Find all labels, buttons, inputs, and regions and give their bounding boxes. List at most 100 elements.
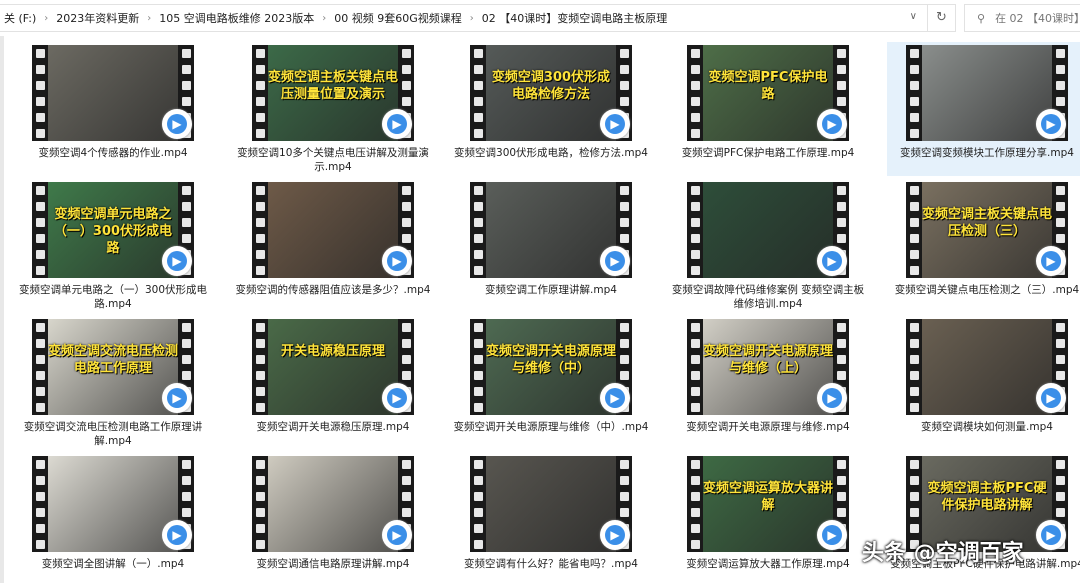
video-player-icon: ▶: [817, 246, 847, 276]
file-item[interactable]: ▶ 变频空调工作原理讲解.mp4: [451, 179, 651, 313]
video-thumbnail: 开关电源稳压原理 ▶: [252, 319, 414, 415]
file-name: 变频空调开关电源原理与维修.mp4: [668, 420, 868, 434]
video-player-icon: ▶: [1036, 246, 1066, 276]
video-player-icon: ▶: [382, 246, 412, 276]
file-item[interactable]: ▶ 变频空调故障代码维修案例 变频空调主板维修培训.mp4: [668, 179, 868, 313]
file-item[interactable]: 变频空调单元电路之（一）300伏形成电路 ▶ 变频空调单元电路之（一）300伏形…: [13, 179, 213, 313]
thumbnail-image: [486, 182, 616, 278]
film-strip: [906, 319, 922, 415]
film-strip: [687, 319, 703, 415]
breadcrumb-105[interactable]: 105 空调电路板维修 2023版本: [155, 10, 318, 26]
video-thumbnail: 变频空调PFC保护电路 ▶: [687, 45, 849, 141]
breadcrumb-02[interactable]: 02 【40课时】变频空调电路主板原理: [478, 10, 672, 26]
file-name: 变频空调工作原理讲解.mp4: [451, 283, 651, 297]
file-item[interactable]: ▶ 变频空调通信电路原理讲解.mp4: [233, 453, 433, 587]
video-player-icon: ▶: [600, 520, 630, 550]
file-name: 变频空调的传感器阻值应该是多少？.mp4: [233, 283, 433, 297]
chevron-right-icon: ›: [318, 13, 330, 24]
video-thumbnail: ▶: [906, 319, 1068, 415]
file-item[interactable]: ▶ 变频空调的传感器阻值应该是多少？.mp4: [233, 179, 433, 313]
video-player-icon: ▶: [162, 383, 192, 413]
thumbnail-caption: 变频空调运算放大器讲解: [703, 480, 833, 514]
thumbnail-caption: 变频空调PFC保护电路: [703, 69, 833, 103]
file-name: 变频空调全图讲解（一）.mp4: [13, 557, 213, 571]
video-player-icon: ▶: [817, 520, 847, 550]
file-item[interactable]: 变频空调300伏形成电路检修方法 ▶ 变频空调300伏形成电路，检修方法.mp4: [451, 42, 651, 176]
film-strip: [252, 45, 268, 141]
chevron-right-icon: ›: [40, 13, 52, 24]
file-item[interactable]: 变频空调开关电源原理与维修（中） ▶ 变频空调开关电源原理与维修（中）.mp4: [451, 316, 651, 450]
file-item[interactable]: 变频空调运算放大器讲解 ▶ 变频空调运算放大器工作原理.mp4: [668, 453, 868, 587]
file-item[interactable]: ▶ 变频空调4个传感器的作业.mp4: [13, 42, 213, 176]
file-name: 变频空调故障代码维修案例 变频空调主板维修培训.mp4: [668, 283, 868, 311]
file-item[interactable]: 变频空调开关电源原理与维修（上） ▶ 变频空调开关电源原理与维修.mp4: [668, 316, 868, 450]
film-strip: [32, 319, 48, 415]
file-item[interactable]: 变频空调主板关键点电压检测（三） ▶ 变频空调关键点电压检测之（三）.mp4: [887, 179, 1080, 313]
file-item[interactable]: ▶ 变频空调全图讲解（一）.mp4: [13, 453, 213, 587]
video-player-icon: ▶: [162, 520, 192, 550]
thumbnail-caption: 开关电源稳压原理: [268, 343, 398, 360]
video-thumbnail: 变频空调开关电源原理与维修（中） ▶: [470, 319, 632, 415]
video-player-icon: ▶: [162, 109, 192, 139]
film-strip: [470, 182, 486, 278]
video-thumbnail: ▶: [470, 182, 632, 278]
file-name: 变频空调关键点电压检测之（三）.mp4: [887, 283, 1080, 297]
thumbnail-image: [922, 319, 1052, 415]
thumbnail-image: [268, 456, 398, 552]
video-thumbnail: ▶: [470, 456, 632, 552]
film-strip: [252, 319, 268, 415]
file-item[interactable]: ▶ 变频空调有什么好？能省电吗？.mp4: [451, 453, 651, 587]
thumbnail-caption: 变频空调交流电压检测电路工作原理: [48, 343, 178, 377]
search-icon: ⚲: [977, 12, 985, 25]
file-name: 变频空调有什么好？能省电吗？.mp4: [451, 557, 651, 571]
refresh-icon[interactable]: ↻: [927, 5, 955, 31]
thumbnail-image: [48, 456, 178, 552]
video-thumbnail: ▶: [687, 182, 849, 278]
thumbnail-caption: 变频空调主板PFC硬件保护电路讲解: [922, 480, 1052, 514]
chevron-down-icon[interactable]: ∨: [910, 11, 917, 22]
file-name: 变频空调开关电源原理与维修（中）.mp4: [451, 420, 651, 434]
film-strip: [252, 456, 268, 552]
file-item[interactable]: ▶ 变频空调变频模块工作原理分享.mp4: [887, 42, 1080, 176]
breadcrumb-2023[interactable]: 2023年资料更新: [52, 10, 143, 26]
video-thumbnail: ▶: [32, 45, 194, 141]
thumbnail-caption: 变频空调主板关键点电压测量位置及演示: [268, 69, 398, 103]
video-thumbnail: 变频空调运算放大器讲解 ▶: [687, 456, 849, 552]
thumbnail-image: [922, 45, 1052, 141]
thumbnail-caption: 变频空调300伏形成电路检修方法: [486, 69, 616, 103]
video-player-icon: ▶: [382, 383, 412, 413]
scrollbar[interactable]: [0, 36, 4, 583]
film-strip: [252, 182, 268, 278]
video-player-icon: ▶: [1036, 109, 1066, 139]
video-player-icon: ▶: [817, 109, 847, 139]
file-name: 变频空调变频模块工作原理分享.mp4: [887, 146, 1080, 160]
film-strip: [32, 182, 48, 278]
file-name: 变频空调4个传感器的作业.mp4: [13, 146, 213, 160]
video-player-icon: ▶: [1036, 520, 1066, 550]
video-player-icon: ▶: [162, 246, 192, 276]
thumbnail-caption: 变频空调单元电路之（一）300伏形成电路: [48, 206, 178, 257]
thumbnail-image: [703, 182, 833, 278]
breadcrumb-drive[interactable]: 关 (F:): [0, 10, 40, 26]
file-item[interactable]: ▶ 变频空调模块如何测量.mp4: [887, 316, 1080, 450]
file-item[interactable]: 开关电源稳压原理 ▶ 变频空调开关电源稳压原理.mp4: [233, 316, 433, 450]
film-strip: [687, 456, 703, 552]
video-thumbnail: 变频空调主板关键点电压检测（三） ▶: [906, 182, 1068, 278]
film-strip: [687, 45, 703, 141]
watermark: 头条 @空调百家: [862, 535, 1024, 567]
video-thumbnail: 变频空调交流电压检测电路工作原理 ▶: [32, 319, 194, 415]
file-item[interactable]: 变频空调PFC保护电路 ▶ 变频空调PFC保护电路工作原理.mp4: [668, 42, 868, 176]
address-bar[interactable]: 关 (F:)› 2023年资料更新› 105 空调电路板维修 2023版本› 0…: [0, 4, 956, 32]
film-strip: [470, 319, 486, 415]
thumbnail-image: [268, 319, 398, 415]
file-item[interactable]: 变频空调交流电压检测电路工作原理 ▶ 变频空调交流电压检测电路工作原理讲解.mp…: [13, 316, 213, 450]
search-input[interactable]: ⚲ 在 02 【40课时】: [964, 4, 1080, 32]
video-player-icon: ▶: [382, 520, 412, 550]
video-thumbnail: ▶: [252, 182, 414, 278]
film-strip: [32, 45, 48, 141]
file-name: 变频空调开关电源稳压原理.mp4: [233, 420, 433, 434]
film-strip: [906, 182, 922, 278]
file-item[interactable]: 变频空调主板关键点电压测量位置及演示 ▶ 变频空调10多个关键点电压讲解及测量演…: [233, 42, 433, 176]
breadcrumb-00[interactable]: 00 视频 9套60G视频课程: [330, 10, 466, 26]
video-thumbnail: 变频空调开关电源原理与维修（上） ▶: [687, 319, 849, 415]
